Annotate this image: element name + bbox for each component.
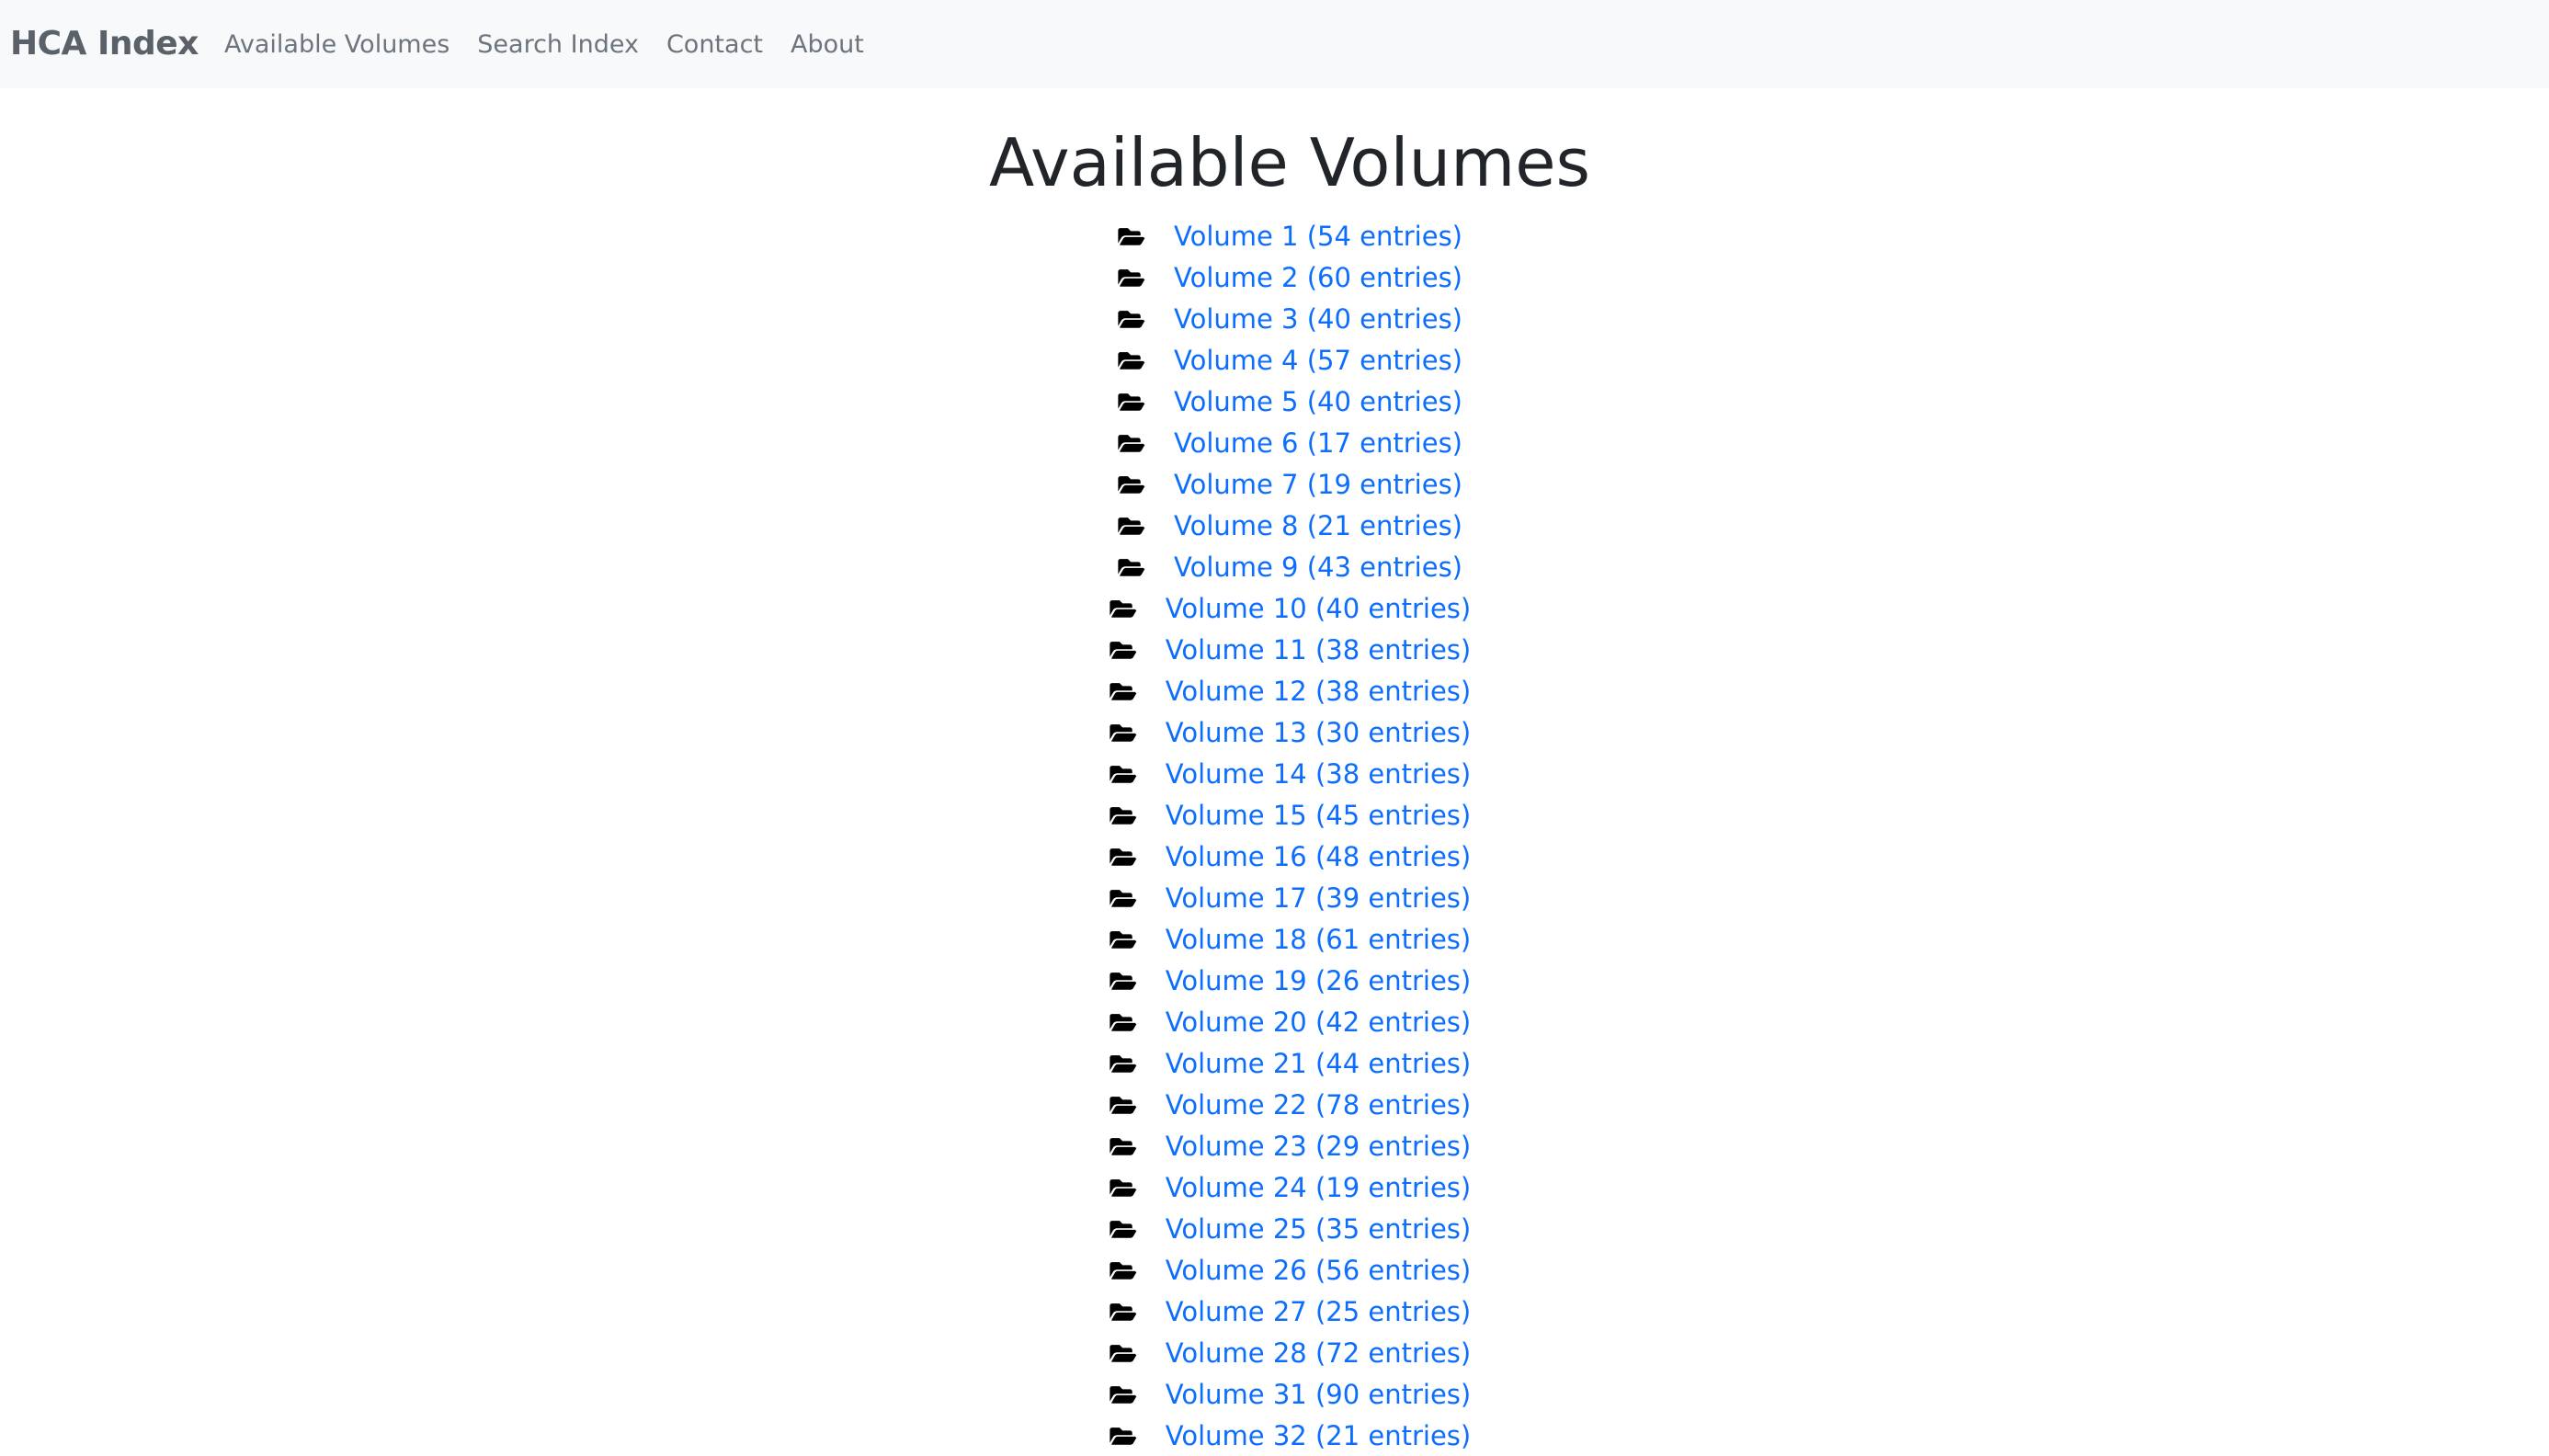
volume-list: Volume 1 (54 entries) Volume 2 (60 entrie…: [0, 215, 2549, 1456]
list-item: Volume 22 (78 entries): [0, 1084, 2549, 1125]
list-item: Volume 18 (61 entries): [0, 918, 2549, 960]
list-item: Volume 32 (21 entries): [0, 1415, 2549, 1456]
list-item: Volume 16 (48 entries): [0, 836, 2549, 877]
folder-open-icon: [1117, 472, 1146, 496]
folder-open-icon: [1109, 1300, 1138, 1324]
nav-contact[interactable]: Contact: [666, 30, 763, 59]
volume-link[interactable]: Volume 8 (21 entries): [1174, 510, 1462, 541]
volume-link[interactable]: Volume 18 (61 entries): [1166, 924, 1471, 955]
folder-open-icon: [1117, 307, 1146, 331]
folder-open-icon: [1109, 1052, 1138, 1075]
folder-open-icon: [1109, 1093, 1138, 1117]
list-item: Volume 11 (38 entries): [0, 629, 2549, 670]
folder-open-icon: [1109, 886, 1138, 910]
folder-open-icon: [1117, 431, 1146, 455]
volume-link[interactable]: Volume 15 (45 entries): [1166, 800, 1471, 831]
folder-open-icon: [1109, 597, 1138, 620]
list-item: Volume 13 (30 entries): [0, 711, 2549, 753]
volume-link[interactable]: Volume 10 (40 entries): [1166, 593, 1471, 624]
volume-link[interactable]: Volume 2 (60 entries): [1174, 262, 1462, 293]
volume-link[interactable]: Volume 3 (40 entries): [1174, 303, 1462, 335]
list-item: Volume 17 (39 entries): [0, 877, 2549, 918]
volume-link[interactable]: Volume 21 (44 entries): [1166, 1048, 1471, 1079]
list-item: Volume 23 (29 entries): [0, 1125, 2549, 1166]
volume-link[interactable]: Volume 6 (17 entries): [1174, 427, 1462, 459]
list-item: Volume 14 (38 entries): [0, 753, 2549, 794]
nav-available-volumes[interactable]: Available Volumes: [224, 30, 449, 59]
folder-open-icon: [1109, 721, 1138, 745]
list-item: Volume 10 (40 entries): [0, 587, 2549, 629]
nav-search-index[interactable]: Search Index: [477, 30, 639, 59]
folder-open-icon: [1109, 927, 1138, 951]
folder-open-icon: [1117, 390, 1146, 414]
nav-about[interactable]: About: [791, 30, 864, 59]
volume-link[interactable]: Volume 25 (35 entries): [1166, 1213, 1471, 1245]
list-item: Volume 1 (54 entries): [0, 215, 2549, 256]
folder-open-icon: [1109, 679, 1138, 703]
volume-link[interactable]: Volume 31 (90 entries): [1166, 1379, 1471, 1410]
folder-open-icon: [1109, 845, 1138, 869]
volume-link[interactable]: Volume 9 (43 entries): [1174, 552, 1462, 583]
folder-open-icon: [1109, 1424, 1138, 1448]
page-title: Available Volumes: [988, 124, 1591, 201]
list-item: Volume 5 (40 entries): [0, 381, 2549, 422]
volume-link[interactable]: Volume 20 (42 entries): [1166, 1007, 1471, 1038]
list-item: Volume 21 (44 entries): [0, 1042, 2549, 1084]
list-item: Volume 27 (25 entries): [0, 1291, 2549, 1332]
list-item: Volume 28 (72 entries): [0, 1332, 2549, 1373]
list-item: Volume 12 (38 entries): [0, 670, 2549, 711]
list-item: Volume 9 (43 entries): [0, 546, 2549, 587]
volume-link[interactable]: Volume 13 (30 entries): [1166, 717, 1471, 748]
folder-open-icon: [1117, 514, 1146, 538]
volume-link[interactable]: Volume 1 (54 entries): [1174, 221, 1462, 252]
volume-link[interactable]: Volume 16 (48 entries): [1166, 841, 1471, 872]
folder-open-icon: [1109, 1176, 1138, 1200]
folder-open-icon: [1117, 224, 1146, 248]
list-item: Volume 26 (56 entries): [0, 1249, 2549, 1291]
folder-open-icon: [1109, 803, 1138, 827]
list-item: Volume 20 (42 entries): [0, 1001, 2549, 1042]
volume-link[interactable]: Volume 12 (38 entries): [1166, 676, 1471, 707]
folder-open-icon: [1117, 555, 1146, 579]
list-item: Volume 7 (19 entries): [0, 463, 2549, 505]
list-item: Volume 15 (45 entries): [0, 794, 2549, 836]
folder-open-icon: [1109, 1258, 1138, 1282]
folder-open-icon: [1109, 762, 1138, 786]
list-item: Volume 2 (60 entries): [0, 256, 2549, 298]
list-item: Volume 31 (90 entries): [0, 1373, 2549, 1415]
list-item: Volume 4 (57 entries): [0, 339, 2549, 381]
volume-link[interactable]: Volume 7 (19 entries): [1174, 469, 1462, 500]
volume-link[interactable]: Volume 14 (38 entries): [1166, 758, 1471, 790]
list-item: Volume 3 (40 entries): [0, 298, 2549, 339]
volume-link[interactable]: Volume 24 (19 entries): [1166, 1172, 1471, 1203]
folder-open-icon: [1117, 266, 1146, 290]
volume-link[interactable]: Volume 22 (78 entries): [1166, 1089, 1471, 1120]
folder-open-icon: [1109, 1341, 1138, 1365]
folder-open-icon: [1109, 638, 1138, 662]
volume-link[interactable]: Volume 19 (26 entries): [1166, 965, 1471, 996]
folder-open-icon: [1109, 1134, 1138, 1158]
volume-link[interactable]: Volume 32 (21 entries): [1166, 1420, 1471, 1451]
folder-open-icon: [1117, 348, 1146, 372]
list-item: Volume 19 (26 entries): [0, 960, 2549, 1001]
folder-open-icon: [1109, 1382, 1138, 1406]
volume-link[interactable]: Volume 28 (72 entries): [1166, 1337, 1471, 1369]
nav-links: Available Volumes Search Index Contact A…: [224, 0, 864, 88]
folder-open-icon: [1109, 1217, 1138, 1241]
volume-link[interactable]: Volume 4 (57 entries): [1174, 345, 1462, 376]
volume-link[interactable]: Volume 5 (40 entries): [1174, 386, 1462, 417]
brand-link[interactable]: HCA Index: [10, 0, 199, 88]
volume-link[interactable]: Volume 26 (56 entries): [1166, 1255, 1471, 1286]
volume-link[interactable]: Volume 11 (38 entries): [1166, 634, 1471, 665]
list-item: Volume 25 (35 entries): [0, 1208, 2549, 1249]
volume-link[interactable]: Volume 23 (29 entries): [1166, 1131, 1471, 1162]
list-item: Volume 24 (19 entries): [0, 1166, 2549, 1208]
list-item: Volume 8 (21 entries): [0, 505, 2549, 546]
list-item: Volume 6 (17 entries): [0, 422, 2549, 463]
folder-open-icon: [1109, 1010, 1138, 1034]
navbar: HCA Index Available Volumes Search Index…: [0, 0, 2549, 88]
volume-link[interactable]: Volume 27 (25 entries): [1166, 1296, 1471, 1327]
volume-link[interactable]: Volume 17 (39 entries): [1166, 882, 1471, 914]
folder-open-icon: [1109, 969, 1138, 993]
